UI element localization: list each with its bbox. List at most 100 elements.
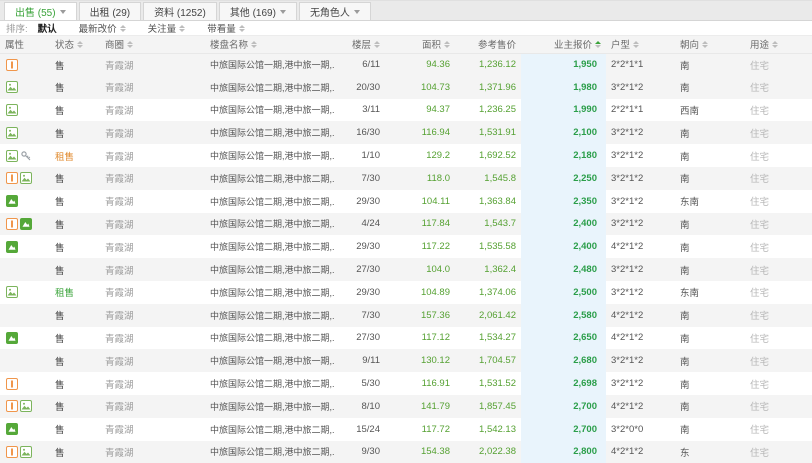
column-header-area[interactable]: 面积: [385, 36, 455, 54]
sort-option-2[interactable]: 关注量: [148, 21, 186, 35]
sort-arrows-icon: [238, 24, 245, 32]
cell-attrs: [0, 418, 50, 441]
table-row[interactable]: 售 青霞湖 中旅国际公馆一期,港中旅一期,... 9/11 130.12 1,704.57…: [0, 349, 812, 373]
column-header-district[interactable]: 商圈: [100, 36, 205, 54]
cell-status: 售: [50, 121, 100, 144]
column-header-label: 户型: [611, 40, 631, 52]
cell-layout: 3*2*1*2: [611, 172, 644, 184]
column-header-label: 状态: [55, 40, 75, 52]
photo-icon: [6, 149, 18, 162]
sort-arrows-icon: [633, 40, 640, 48]
tab-bar: 出售 (55) 出租 (29) 资料 (1252) 其他 (169) 无角色人: [0, 1, 812, 21]
table-row[interactable]: 售 青霞湖 中旅国际公馆二期,港中旅二期,... 29/30 104.11 1,363.8…: [0, 189, 812, 213]
cell-layout: 3*2*1*2: [611, 378, 644, 390]
table-row[interactable]: 售 青霞湖 中旅国际公馆二期,港中旅二期,... 20/30 104.73 1,371.9…: [0, 75, 812, 99]
video-icon: [6, 240, 18, 253]
column-header-usage[interactable]: 用途: [745, 36, 812, 54]
cell-usage: 住宅: [750, 379, 770, 391]
tab-label: 出租 (29): [89, 8, 131, 19]
sort-option-1[interactable]: 最新改价: [79, 21, 126, 35]
cell-usage: 住宅: [750, 197, 770, 209]
sort-arrows-icon: [374, 40, 380, 48]
table-row[interactable]: 售 青霞湖 中旅国际公馆二期,港中旅二期,... 9/30 154.38 2,022.38…: [0, 440, 812, 463]
cell-layout: 3*2*1*2: [611, 127, 644, 139]
table-row[interactable]: 售 青霞湖 中旅国际公馆二期,港中旅二期,... 7/30 118.0 1,545.8 2,…: [0, 166, 812, 190]
cell-facing: 西南: [680, 105, 700, 117]
cell-facing: 南: [680, 83, 690, 95]
status-badge: 售: [55, 128, 65, 140]
tab-for-sale[interactable]: 出售 (55): [4, 2, 77, 20]
cell-owner: 2,800: [521, 440, 606, 463]
cell-floor: 7/30: [361, 172, 381, 184]
cell-area: 129.2: [426, 150, 450, 162]
cell-district: 青霞湖: [105, 60, 134, 72]
cell-usage: 住宅: [750, 425, 770, 437]
column-header-owner[interactable]: 业主报价: [521, 36, 606, 54]
status-badge: 售: [55, 333, 65, 345]
cell-facing: 南: [680, 128, 690, 140]
sort-arrows-icon: [702, 40, 709, 48]
cell-owner: 2,250: [521, 166, 606, 190]
cell-name: 中旅国际公馆一期,港中旅一期,...: [210, 60, 335, 71]
sort-option-3[interactable]: 带看量: [207, 21, 245, 35]
cell-layout: 4*2*1*2: [611, 309, 644, 321]
status-badge: 售: [55, 379, 65, 391]
status-badge: 售: [55, 83, 65, 95]
table-row[interactable]: 租售 青霞湖 中旅国际公馆一期,港中旅一期,... 1/10 129.2 1,692.52…: [0, 144, 812, 167]
status-badge: 租售: [55, 151, 75, 163]
cell-usage: 住宅: [750, 356, 770, 368]
table-row[interactable]: 售 青霞湖 中旅国际公馆二期,港中旅二期,... 16/30 116.94 1,531.9…: [0, 121, 812, 145]
sort-option-label: 默认: [37, 24, 57, 35]
cell-area: 116.91: [421, 378, 450, 390]
chevron-down-icon: [279, 9, 286, 14]
tab-label: 其他 (169): [229, 8, 276, 19]
tab-other[interactable]: 其他 (169): [218, 2, 297, 20]
cell-district: 青霞湖: [105, 288, 134, 300]
table-row[interactable]: 售 青霞湖 中旅国际公馆一期,港中旅一期,... 8/10 141.79 1,857.45…: [0, 394, 812, 418]
orange-badge-icon: [6, 217, 18, 230]
tab-archive[interactable]: 资料 (1252): [143, 2, 217, 20]
cell-layout: 3*2*1*2: [611, 150, 644, 162]
column-header-label: 用途: [750, 40, 770, 52]
cell-district: 青霞湖: [105, 265, 134, 277]
sort-option-0[interactable]: 默认: [38, 21, 57, 35]
tab-label: 无角色人: [309, 8, 350, 19]
listing-app-window: 出售 (55) 出租 (29) 资料 (1252) 其他 (169) 无角色人 排序: …: [0, 0, 812, 463]
table-row[interactable]: 售 青霞湖 中旅国际公馆二期,港中旅二期,... 15/24 117.72 1,542.1…: [0, 417, 812, 441]
cell-attrs: [0, 76, 50, 99]
column-header-facing[interactable]: 朝向: [675, 36, 745, 54]
cell-owner: 2,100: [521, 121, 606, 145]
table-row[interactable]: 售 青霞湖 中旅国际公馆二期,港中旅二期,... 5/30 116.91 1,531.52…: [0, 372, 812, 395]
table-row[interactable]: 售 青霞湖 中旅国际公馆二期,港中旅二期,... 7/30 157.36 2,061.42…: [0, 303, 812, 327]
column-header-layout[interactable]: 户型: [606, 36, 675, 54]
cell-owner: 2,580: [521, 303, 606, 327]
cell-area: 104.89: [420, 286, 450, 298]
sort-toolbar: 排序: 默认 最新改价 关注量 带看量: [0, 21, 812, 36]
column-header-name[interactable]: 楼盘名称: [205, 36, 335, 54]
cell-ref: 1,857.45: [479, 400, 516, 412]
column-header-ref: 参考售价: [455, 36, 521, 54]
table-row[interactable]: 售 青霞湖 中旅国际公馆二期,港中旅二期,... 4/24 117.84 1,543.7 2…: [0, 212, 812, 236]
table-row[interactable]: 售 青霞湖 中旅国际公馆二期,港中旅二期,... 27/30 117.12 1,534.2…: [0, 326, 812, 350]
cell-floor: 29/30: [356, 286, 380, 298]
column-header-label: 楼盘名称: [210, 40, 249, 52]
orange-badge-icon: [6, 400, 18, 413]
cell-district: 青霞湖: [105, 447, 134, 459]
tab-for-rent[interactable]: 出租 (29): [78, 2, 142, 20]
column-header-status[interactable]: 状态: [50, 36, 100, 54]
table-row[interactable]: 售 青霞湖 中旅国际公馆二期,港中旅二期,... 29/30 117.22 1,535.5…: [0, 235, 812, 259]
table-row[interactable]: 租售 青霞湖 中旅国际公馆二期,港中旅二期,... 29/30 104.89 1,374.…: [0, 280, 812, 304]
cell-status: 售: [50, 441, 100, 463]
tab-no-role[interactable]: 无角色人: [298, 2, 371, 20]
cell-status: 售: [50, 167, 100, 190]
cell-name: 中旅国际公馆二期,港中旅二期,...: [210, 379, 335, 390]
table-row[interactable]: 售 青霞湖 中旅国际公馆一期,港中旅一期,... 6/11 94.36 1,236.12 1…: [0, 53, 812, 76]
column-header-floor[interactable]: 楼层: [335, 36, 385, 54]
cell-usage: 住宅: [750, 311, 770, 323]
chevron-down-icon: [59, 9, 66, 14]
table-row[interactable]: 售 青霞湖 中旅国际公馆一期,港中旅一期,... 3/11 94.37 1,236.25 1…: [0, 98, 812, 122]
cell-attrs: [0, 53, 50, 76]
cell-status: 售: [50, 258, 100, 281]
table-row[interactable]: 售 青霞湖 中旅国际公馆二期,港中旅二期,... 27/30 104.0 1,362.4 2…: [0, 258, 812, 281]
cell-usage: 住宅: [750, 447, 770, 459]
